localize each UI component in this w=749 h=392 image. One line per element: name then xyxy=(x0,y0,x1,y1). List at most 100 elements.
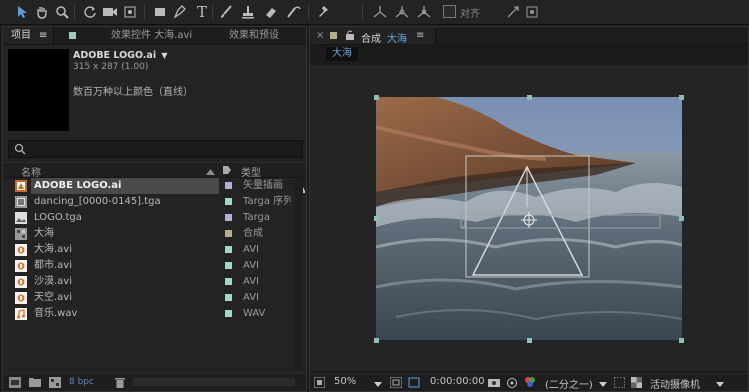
list-item[interactable]: 大海 合成 xyxy=(3,226,306,242)
list-item[interactable]: 沙漠.avi AVI xyxy=(3,274,306,290)
tab-menu-icon[interactable]: ≡ xyxy=(39,27,47,44)
resolution-dropdown[interactable]: (二分之一) xyxy=(545,376,593,391)
rotation-tool-icon[interactable] xyxy=(82,4,98,20)
puppet-pin-tool-icon[interactable] xyxy=(316,4,332,20)
selected-item-name: ADOBE LOGO.ai xyxy=(73,50,157,61)
expand-arrows-icon[interactable] xyxy=(505,4,521,20)
label-color-swatch[interactable] xyxy=(225,294,232,301)
list-item[interactable]: 音乐.wav WAV xyxy=(3,306,306,322)
search-icon xyxy=(14,143,26,158)
new-folder-icon[interactable] xyxy=(29,377,41,390)
layer-handle-top-center[interactable] xyxy=(527,95,532,100)
tab-composition[interactable]: × 合成 大海 ≡ xyxy=(310,27,436,45)
item-type: WAV xyxy=(243,308,266,319)
list-item[interactable]: dancing_[0000-0145].tga Targa 序列 xyxy=(3,194,306,210)
new-composition-icon[interactable] xyxy=(49,377,61,391)
hand-tool-icon[interactable] xyxy=(34,4,50,20)
close-icon[interactable]: × xyxy=(316,30,324,41)
safe-margins-icon[interactable] xyxy=(389,376,403,391)
label-color-swatch[interactable] xyxy=(225,198,232,205)
layer-handle-bottom-left[interactable] xyxy=(374,338,379,343)
column-type-header[interactable]: 类型 xyxy=(241,164,261,179)
roto-brush-tool-icon[interactable] xyxy=(286,4,302,20)
list-item[interactable]: LOGO.tga Targa xyxy=(3,210,306,226)
vertical-scrollbar[interactable] xyxy=(295,178,303,370)
pen-tool-icon[interactable] xyxy=(172,4,188,20)
layer-handle-bottom-right[interactable] xyxy=(679,338,684,343)
sort-arrow-icon[interactable] xyxy=(206,167,215,178)
layer-handle-middle-left[interactable] xyxy=(374,216,379,221)
color-channels-icon[interactable] xyxy=(523,376,537,391)
selected-item-size: 315 x 287 (1.00) xyxy=(73,62,149,72)
target-icon[interactable] xyxy=(524,4,540,20)
layer-handle-top-left[interactable] xyxy=(374,95,379,100)
mask-visibility-icon[interactable] xyxy=(408,377,420,391)
vector-file-icon xyxy=(15,180,27,192)
view-axis-mode-icon[interactable] xyxy=(416,4,432,20)
brush-tool-icon[interactable] xyxy=(218,4,234,20)
lock-icon[interactable] xyxy=(346,30,354,43)
snap-checkbox[interactable] xyxy=(443,5,456,18)
rectangle-tool-icon[interactable] xyxy=(152,4,168,20)
region-of-interest-icon[interactable] xyxy=(613,376,626,391)
snap-label: 对齐 xyxy=(460,9,480,20)
trash-icon[interactable] xyxy=(115,377,125,391)
item-type: AVI xyxy=(243,276,259,287)
composition-bottom-bar: 50% 0:00:00:00 (二分之一) 活动摄像机 xyxy=(310,373,748,391)
world-axis-mode-icon[interactable] xyxy=(394,4,410,20)
zoom-chevron-down-icon[interactable] xyxy=(374,379,382,390)
layer-handle-bottom-center[interactable] xyxy=(527,338,532,343)
item-name: 天空.avi xyxy=(34,292,73,303)
eraser-tool-icon[interactable] xyxy=(262,4,278,20)
local-axis-mode-icon[interactable] xyxy=(372,4,388,20)
bit-depth-button[interactable]: 8 bpc xyxy=(69,377,94,387)
camera-dropdown[interactable]: 活动摄像机 xyxy=(650,376,700,391)
composition-name-tab[interactable]: 大海 xyxy=(326,47,358,61)
show-snapshot-icon[interactable] xyxy=(506,377,518,391)
chevron-down-icon[interactable]: ▼ xyxy=(161,51,167,60)
list-item[interactable]: ADOBE LOGO.ai 矢量插画 xyxy=(3,178,306,194)
tab-composition-label: 合成 xyxy=(361,34,381,45)
camera-chevron-down-icon[interactable] xyxy=(716,379,724,390)
tab-menu-icon[interactable]: ≡ xyxy=(416,30,424,41)
video-file-icon xyxy=(15,276,27,288)
image-sequence-icon xyxy=(15,196,27,208)
resolution-chevron-down-icon[interactable] xyxy=(599,379,607,390)
label-color-swatch[interactable] xyxy=(225,262,232,269)
composition-tabs: × 合成 大海 ≡ xyxy=(310,27,748,45)
transparency-grid-icon[interactable] xyxy=(631,377,642,391)
column-name-header[interactable]: 名称 xyxy=(21,164,41,179)
project-search-input[interactable] xyxy=(8,140,303,158)
list-item[interactable]: 都市.avi AVI xyxy=(3,258,306,274)
composition-frame[interactable] xyxy=(376,97,682,340)
timecode-display[interactable]: 0:00:00:00 xyxy=(430,376,485,387)
always-preview-icon[interactable] xyxy=(313,376,326,391)
tab-composition-name: 大海 xyxy=(387,34,407,45)
list-item[interactable]: 天空.avi AVI xyxy=(3,290,306,306)
pan-behind-tool-icon[interactable] xyxy=(122,4,138,20)
tab-effect-controls[interactable]: 效果控件 大海.avi xyxy=(63,27,213,44)
zoom-dropdown[interactable]: 50% xyxy=(334,376,356,387)
zoom-tool-icon[interactable] xyxy=(54,4,70,20)
label-color-swatch[interactable] xyxy=(225,182,232,189)
layer-handle-middle-right[interactable] xyxy=(679,216,684,221)
horizontal-scrollbar[interactable] xyxy=(133,378,295,386)
label-color-swatch[interactable] xyxy=(225,230,232,237)
snapshot-camera-icon[interactable] xyxy=(488,377,500,390)
label-color-swatch[interactable] xyxy=(225,246,232,253)
selection-tool-icon[interactable] xyxy=(14,4,30,20)
tab-effects-presets[interactable]: 效果和预设 xyxy=(229,27,299,44)
label-color-swatch[interactable] xyxy=(225,310,232,317)
tab-project[interactable]: 项目 ≡ xyxy=(3,27,54,44)
label-tag-icon[interactable] xyxy=(222,165,232,178)
list-item[interactable]: 大海.avi AVI xyxy=(3,242,306,258)
audio-file-icon xyxy=(15,308,27,320)
clone-stamp-tool-icon[interactable] xyxy=(240,4,256,20)
type-tool-icon[interactable]: T xyxy=(194,3,210,21)
interpret-footage-icon[interactable] xyxy=(9,377,21,391)
composition-viewer[interactable] xyxy=(310,65,748,371)
camera-tool-icon[interactable] xyxy=(102,4,118,20)
label-color-swatch[interactable] xyxy=(225,278,232,285)
layer-handle-top-right[interactable] xyxy=(679,95,684,100)
label-color-swatch[interactable] xyxy=(225,214,232,221)
